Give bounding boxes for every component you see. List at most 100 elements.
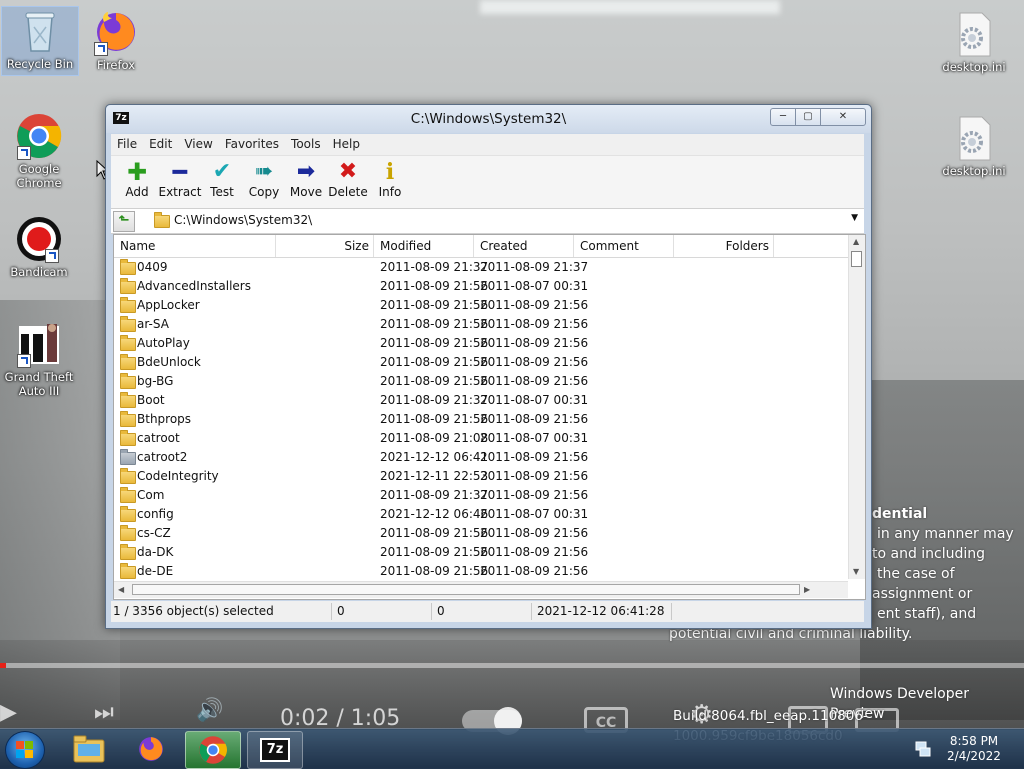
chrome-icon <box>199 736 227 764</box>
table-row[interactable]: Bthprops 2011-08-09 21:56 2011-08-09 21:56 <box>114 410 848 429</box>
row-name: catroot <box>137 431 180 445</box>
menu-edit[interactable]: Edit <box>143 134 178 155</box>
table-row[interactable]: AdvancedInstallers 2011-08-09 21:56 2011-0… <box>114 277 848 296</box>
scroll-up-arrow-icon[interactable]: ▲ <box>853 237 859 246</box>
row-modified: 2021-12-12 06:41 <box>380 450 489 464</box>
table-row[interactable]: BdeUnlock 2011-08-09 21:56 2011-08-09 21:5… <box>114 353 848 372</box>
status-date: 2021-12-12 06:41:28 <box>537 604 665 618</box>
taskbar-explorer[interactable] <box>62 731 116 767</box>
table-row[interactable]: 0409 2011-08-09 21:37 2011-08-09 21:37 <box>114 258 848 277</box>
row-modified: 2011-08-09 21:56 <box>380 564 489 578</box>
menu-help[interactable]: Help <box>327 134 366 155</box>
scroll-right-arrow-icon[interactable]: ▶ <box>804 585 810 594</box>
maximize-button[interactable]: ▢ <box>795 108 821 126</box>
column-header-size[interactable]: Size <box>276 235 374 257</box>
menu-favorites[interactable]: Favorites <box>219 134 285 155</box>
desktop-icon-bandicam[interactable]: Bandicam <box>1 215 77 279</box>
row-name: AppLocker <box>137 298 200 312</box>
column-header-modified[interactable]: Modified <box>374 235 474 257</box>
overlay-line: assignment or <box>872 586 973 602</box>
next-icon[interactable]: ⏭ <box>94 700 114 725</box>
row-created: 2011-08-07 00:31 <box>480 279 589 293</box>
table-row[interactable]: AppLocker 2011-08-09 21:56 2011-08-09 21:5… <box>114 296 848 315</box>
file-list[interactable]: Name Size Modified Created Comment Folde… <box>113 234 866 600</box>
row-created: 2011-08-09 21:56 <box>480 355 589 369</box>
menu-bar: File Edit View Favorites Tools Help <box>111 134 864 155</box>
settings-file-icon <box>950 10 998 58</box>
scroll-left-arrow-icon[interactable]: ◀ <box>118 585 124 594</box>
title-bar[interactable]: 7z C:\Windows\System32\ ─ ▢ ✕ <box>106 105 871 133</box>
table-row[interactable]: CodeIntegrity 2021-12-11 22:53 2011-08-09 … <box>114 467 848 486</box>
up-folder-button[interactable]: ⬑ <box>113 211 135 232</box>
row-modified: 2011-08-09 21:37 <box>380 260 489 274</box>
desktop-icon-desktop-ini-1[interactable]: desktop.ini <box>936 10 1012 74</box>
taskbar-firefox[interactable] <box>124 731 178 767</box>
extract-button[interactable]: ━ Extract <box>158 159 202 199</box>
volume-icon[interactable]: 🔊 <box>196 698 223 723</box>
minimize-button[interactable]: ─ <box>770 108 796 126</box>
taskbar-clock[interactable]: 8:58 PM 2/4/2022 <box>946 734 1002 764</box>
column-header-comment[interactable]: Comment <box>574 235 674 257</box>
taskbar-7zip[interactable]: 7z <box>247 731 303 769</box>
table-row[interactable]: ar-SA 2011-08-09 21:56 2011-08-09 21:56 <box>114 315 848 334</box>
info-button[interactable]: i Info <box>368 159 412 199</box>
row-modified: 2011-08-09 21:56 <box>380 545 489 559</box>
table-row[interactable]: Com 2011-08-09 21:37 2011-08-09 21:56 <box>114 486 848 505</box>
table-row[interactable]: AutoPlay 2011-08-09 21:56 2011-08-09 21:56 <box>114 334 848 353</box>
desktop-icon-recycle-bin[interactable]: Recycle Bin <box>1 6 79 76</box>
folder-icon <box>120 430 136 446</box>
desktop-icon-google-chrome[interactable]: Google Chrome <box>1 112 77 190</box>
row-modified: 2011-08-09 21:56 <box>380 412 489 426</box>
scroll-down-arrow-icon[interactable]: ▼ <box>853 567 859 576</box>
move-button[interactable]: ➡ Move <box>284 159 328 199</box>
table-row[interactable]: de-DE 2011-08-09 21:56 2011-08-09 21:56 <box>114 562 848 581</box>
row-name: AdvancedInstallers <box>137 279 251 293</box>
play-icon[interactable]: ▶ <box>0 700 17 725</box>
table-row[interactable]: Boot 2011-08-09 21:37 2011-08-07 00:31 <box>114 391 848 410</box>
video-progress-track[interactable] <box>0 663 1024 668</box>
scroll-thumb[interactable] <box>132 584 800 595</box>
desktop-icon-desktop-ini-2[interactable]: desktop.ini <box>936 114 1012 178</box>
scroll-thumb[interactable] <box>851 251 862 267</box>
close-button[interactable]: ✕ <box>820 108 866 126</box>
column-header-folders[interactable]: Folders <box>674 235 774 257</box>
copy-button[interactable]: ➠ Copy <box>242 159 286 199</box>
taskbar: 7z 8:58 PM 2/4/2022 <box>0 728 1024 769</box>
address-bar[interactable]: ⬑ C:\Windows\System32\ ▼ <box>111 208 864 234</box>
table-row[interactable]: cs-CZ 2011-08-09 21:56 2011-08-09 21:56 <box>114 524 848 543</box>
column-header-created[interactable]: Created <box>474 235 574 257</box>
table-row[interactable]: config 2021-12-12 06:46 2011-08-07 00:31 <box>114 505 848 524</box>
overlay-line: in any manner may <box>877 526 1014 542</box>
desktop-icon-firefox[interactable]: Firefox <box>78 8 154 72</box>
taskbar-chrome[interactable] <box>185 731 241 769</box>
toolbar: ✚ Add ━ Extract ✔ Test ➠ Copy ➡ Move ✖ D… <box>111 155 864 208</box>
vertical-scrollbar[interactable]: ▲ ▼ <box>848 235 865 579</box>
table-row[interactable]: bg-BG 2011-08-09 21:56 2011-08-09 21:56 <box>114 372 848 391</box>
table-row[interactable]: catroot 2011-08-09 21:08 2011-08-07 00:31 <box>114 429 848 448</box>
status-selection: 1 / 3356 object(s) selected <box>113 604 274 618</box>
folder-icon <box>120 411 136 427</box>
table-row[interactable]: catroot2 2021-12-12 06:41 2011-08-09 21:56 <box>114 448 848 467</box>
column-header-name[interactable]: Name <box>114 235 276 257</box>
table-row[interactable]: da-DK 2011-08-09 21:56 2011-08-09 21:56 <box>114 543 848 562</box>
menu-view[interactable]: View <box>178 134 218 155</box>
chevron-down-icon[interactable]: ▼ <box>851 213 858 223</box>
menu-tools[interactable]: Tools <box>285 134 327 155</box>
add-button[interactable]: ✚ Add <box>115 159 159 199</box>
folder-icon <box>120 392 136 408</box>
status-bar: 1 / 3356 object(s) selected 0 0 2021-12-… <box>111 601 864 622</box>
overlay-line: to and including <box>872 546 986 562</box>
start-button[interactable] <box>5 731 45 769</box>
row-name: cs-CZ <box>137 526 171 540</box>
address-path[interactable]: C:\Windows\System32\ <box>174 213 312 227</box>
test-button[interactable]: ✔ Test <box>200 159 244 199</box>
firefox-icon <box>92 8 140 56</box>
chrome-icon <box>15 112 63 160</box>
horizontal-scrollbar[interactable]: ◀ ▶ <box>114 581 848 598</box>
network-icon[interactable] <box>914 740 932 758</box>
desktop-icon-gta3[interactable]: Grand Theft Auto III <box>1 320 77 398</box>
row-name: Bthprops <box>137 412 192 426</box>
menu-file[interactable]: File <box>111 134 143 155</box>
row-created: 2011-08-09 21:56 <box>480 412 589 426</box>
delete-button[interactable]: ✖ Delete <box>326 159 370 199</box>
